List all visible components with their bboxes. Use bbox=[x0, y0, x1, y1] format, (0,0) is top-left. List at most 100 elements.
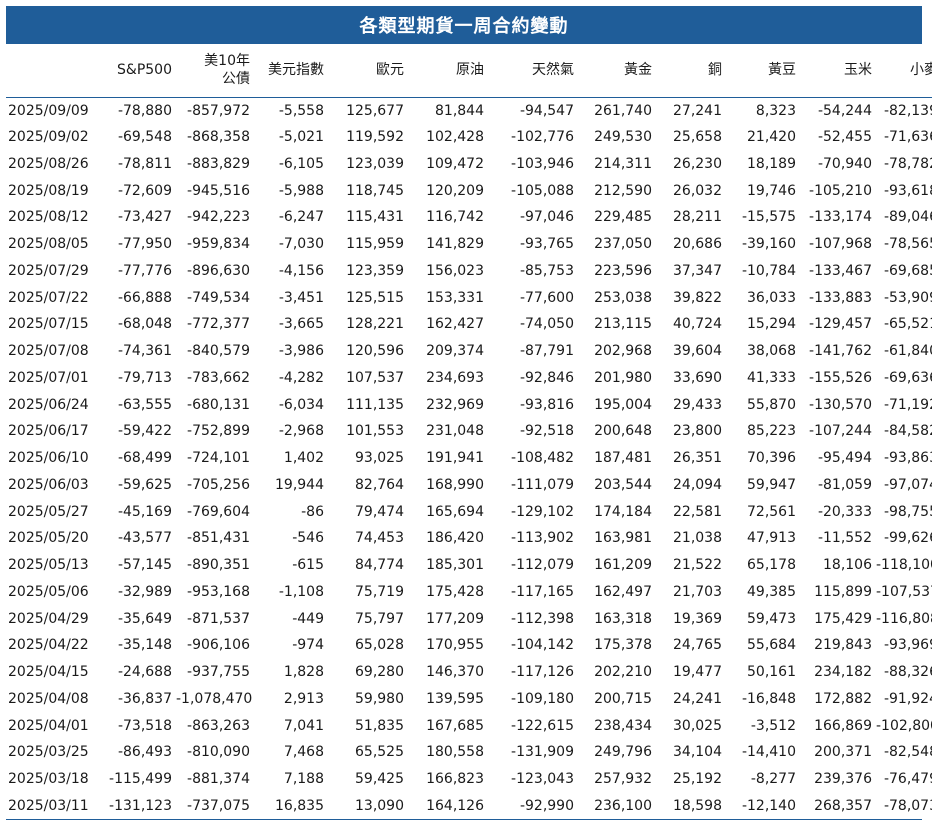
table-cell: 1,828 bbox=[283, 664, 324, 681]
row-date: 2025/04/22 bbox=[8, 637, 89, 654]
table-cell: 59,980 bbox=[355, 690, 404, 707]
table-cell: -102,776 bbox=[511, 129, 574, 146]
table-cell: 50,161 bbox=[747, 664, 796, 681]
table-cell: 191,941 bbox=[426, 450, 484, 467]
table-cell: 22,581 bbox=[673, 503, 722, 520]
table-cell: -78,073 bbox=[883, 797, 932, 814]
table-cell: -937,755 bbox=[187, 664, 250, 681]
table-row: 2025/08/12 -73,427 -942,223 -6,247 115,431 11… bbox=[6, 204, 932, 231]
table-cell: -72,609 bbox=[117, 182, 172, 199]
table-cell: -155,526 bbox=[809, 369, 872, 386]
table-cell: 85,223 bbox=[747, 423, 796, 440]
table-row: 2025/07/08 -74,361 -840,579 -3,986 120,596 20… bbox=[6, 338, 932, 365]
table-cell: -3,665 bbox=[278, 316, 324, 333]
table-cell: -107,244 bbox=[809, 423, 872, 440]
table-row: 2025/07/22 -66,888 -749,534 -3,451 125,515 15… bbox=[6, 284, 932, 311]
table-cell: -724,101 bbox=[187, 450, 250, 467]
table-cell: 49,385 bbox=[747, 583, 796, 600]
table-cell: -11,552 bbox=[817, 530, 872, 547]
table-cell: 257,932 bbox=[594, 771, 652, 788]
table-cell: 125,515 bbox=[346, 289, 404, 306]
table-cell: 7,468 bbox=[283, 744, 324, 761]
table-cell: -93,816 bbox=[519, 396, 574, 413]
table-row: 2025/06/17 -59,422 -752,899 -2,968 101,553 23… bbox=[6, 418, 932, 445]
table-cell: 125,677 bbox=[346, 102, 404, 119]
row-date: 2025/04/01 bbox=[8, 717, 89, 734]
table-cell: 202,210 bbox=[594, 664, 652, 681]
table-cell: -69,636 bbox=[883, 369, 932, 386]
table-cell: 118,745 bbox=[346, 182, 404, 199]
table-cell: -103,946 bbox=[511, 155, 574, 172]
table-cell: -69,685 bbox=[883, 262, 932, 279]
table-cell: 203,544 bbox=[594, 476, 652, 493]
table-cell: -52,455 bbox=[817, 129, 872, 146]
futures-table-panel: 各類型期貨一周合約變動 S&P500 美10年 公債 美元指數 歐元 原油 天然氣 黃金 銅 黃豆… bbox=[6, 6, 932, 821]
table-cell: -65,521 bbox=[883, 316, 932, 333]
table-cell: -883,829 bbox=[187, 155, 250, 172]
table-cell: -95,494 bbox=[817, 450, 872, 467]
table-cell: 120,596 bbox=[346, 343, 404, 360]
table-cell: -92,846 bbox=[519, 369, 574, 386]
table-cell: -109,180 bbox=[511, 690, 574, 707]
header-row: S&P500 美10年 公債 美元指數 歐元 原油 天然氣 黃金 銅 黃豆 玉米 小麥 bbox=[6, 44, 932, 97]
table-cell: 27,241 bbox=[673, 102, 722, 119]
table-cell: 19,369 bbox=[673, 610, 722, 627]
table-cell: -68,499 bbox=[117, 450, 172, 467]
table-cell: 25,658 bbox=[673, 129, 722, 146]
table-cell: -5,558 bbox=[278, 102, 324, 119]
table-cell: -752,899 bbox=[187, 423, 250, 440]
table-cell: -705,256 bbox=[187, 476, 250, 493]
table-row: 2025/08/19 -72,609 -945,516 -5,988 118,745 12… bbox=[6, 177, 932, 204]
row-date: 2025/04/08 bbox=[8, 690, 89, 707]
table-cell: 13,090 bbox=[355, 797, 404, 814]
table-cell: -871,537 bbox=[187, 610, 250, 627]
table-cell: 175,428 bbox=[426, 583, 484, 600]
table-cell: 174,184 bbox=[594, 503, 652, 520]
table-cell: 24,765 bbox=[673, 637, 722, 654]
column-header: 銅 bbox=[708, 62, 722, 79]
table-cell: -1,078,470 bbox=[176, 690, 253, 707]
table-cell: -130,570 bbox=[809, 396, 872, 413]
column-header: 原油 bbox=[456, 62, 484, 79]
table-cell: -77,776 bbox=[117, 262, 172, 279]
table-cell: -615 bbox=[292, 557, 324, 574]
row-date: 2025/07/22 bbox=[8, 289, 89, 306]
row-date: 2025/05/13 bbox=[8, 557, 89, 574]
table-cell: -5,988 bbox=[278, 182, 324, 199]
table-cell: -105,088 bbox=[511, 182, 574, 199]
table-cell: -59,422 bbox=[117, 423, 172, 440]
table-cell: 102,428 bbox=[426, 129, 484, 146]
table-cell: 59,473 bbox=[747, 610, 796, 627]
table-cell: 170,955 bbox=[426, 637, 484, 654]
table-cell: 115,431 bbox=[346, 209, 404, 226]
table-cell: -35,649 bbox=[117, 610, 172, 627]
table-cell: 234,182 bbox=[814, 664, 872, 681]
table-cell: -772,377 bbox=[187, 316, 250, 333]
table-cell: -91,924 bbox=[883, 690, 932, 707]
table-cell: -68,048 bbox=[117, 316, 172, 333]
table-cell: 79,474 bbox=[355, 503, 404, 520]
table-row: 2025/09/02 -69,548 -868,358 -5,021 119,592 10… bbox=[6, 124, 932, 151]
table-cell: -123,043 bbox=[511, 771, 574, 788]
table-cell: -122,615 bbox=[511, 717, 574, 734]
row-date: 2025/05/20 bbox=[8, 530, 89, 547]
table-cell: -77,600 bbox=[519, 289, 574, 306]
table-cell: 55,684 bbox=[747, 637, 796, 654]
table-row: 2025/06/24 -63,555 -680,131 -6,034 111,135 23… bbox=[6, 391, 932, 418]
table-cell: 39,604 bbox=[673, 343, 722, 360]
table-cell: 19,477 bbox=[673, 664, 722, 681]
table-cell: -82,548 bbox=[883, 744, 932, 761]
table-cell: -73,518 bbox=[117, 717, 172, 734]
table-cell: 82,764 bbox=[355, 476, 404, 493]
table-cell: 166,869 bbox=[814, 717, 872, 734]
row-date: 2025/08/26 bbox=[8, 155, 89, 172]
table-cell: 59,947 bbox=[747, 476, 796, 493]
table-cell: -36,837 bbox=[117, 690, 172, 707]
table-cell: 186,420 bbox=[426, 530, 484, 547]
table-cell: 162,497 bbox=[594, 583, 652, 600]
table-cell: -113,902 bbox=[511, 530, 574, 547]
table-cell: -141,762 bbox=[809, 343, 872, 360]
table-cell: -43,577 bbox=[117, 530, 172, 547]
table-cell: -73,427 bbox=[117, 209, 172, 226]
table-cell: 23,800 bbox=[673, 423, 722, 440]
